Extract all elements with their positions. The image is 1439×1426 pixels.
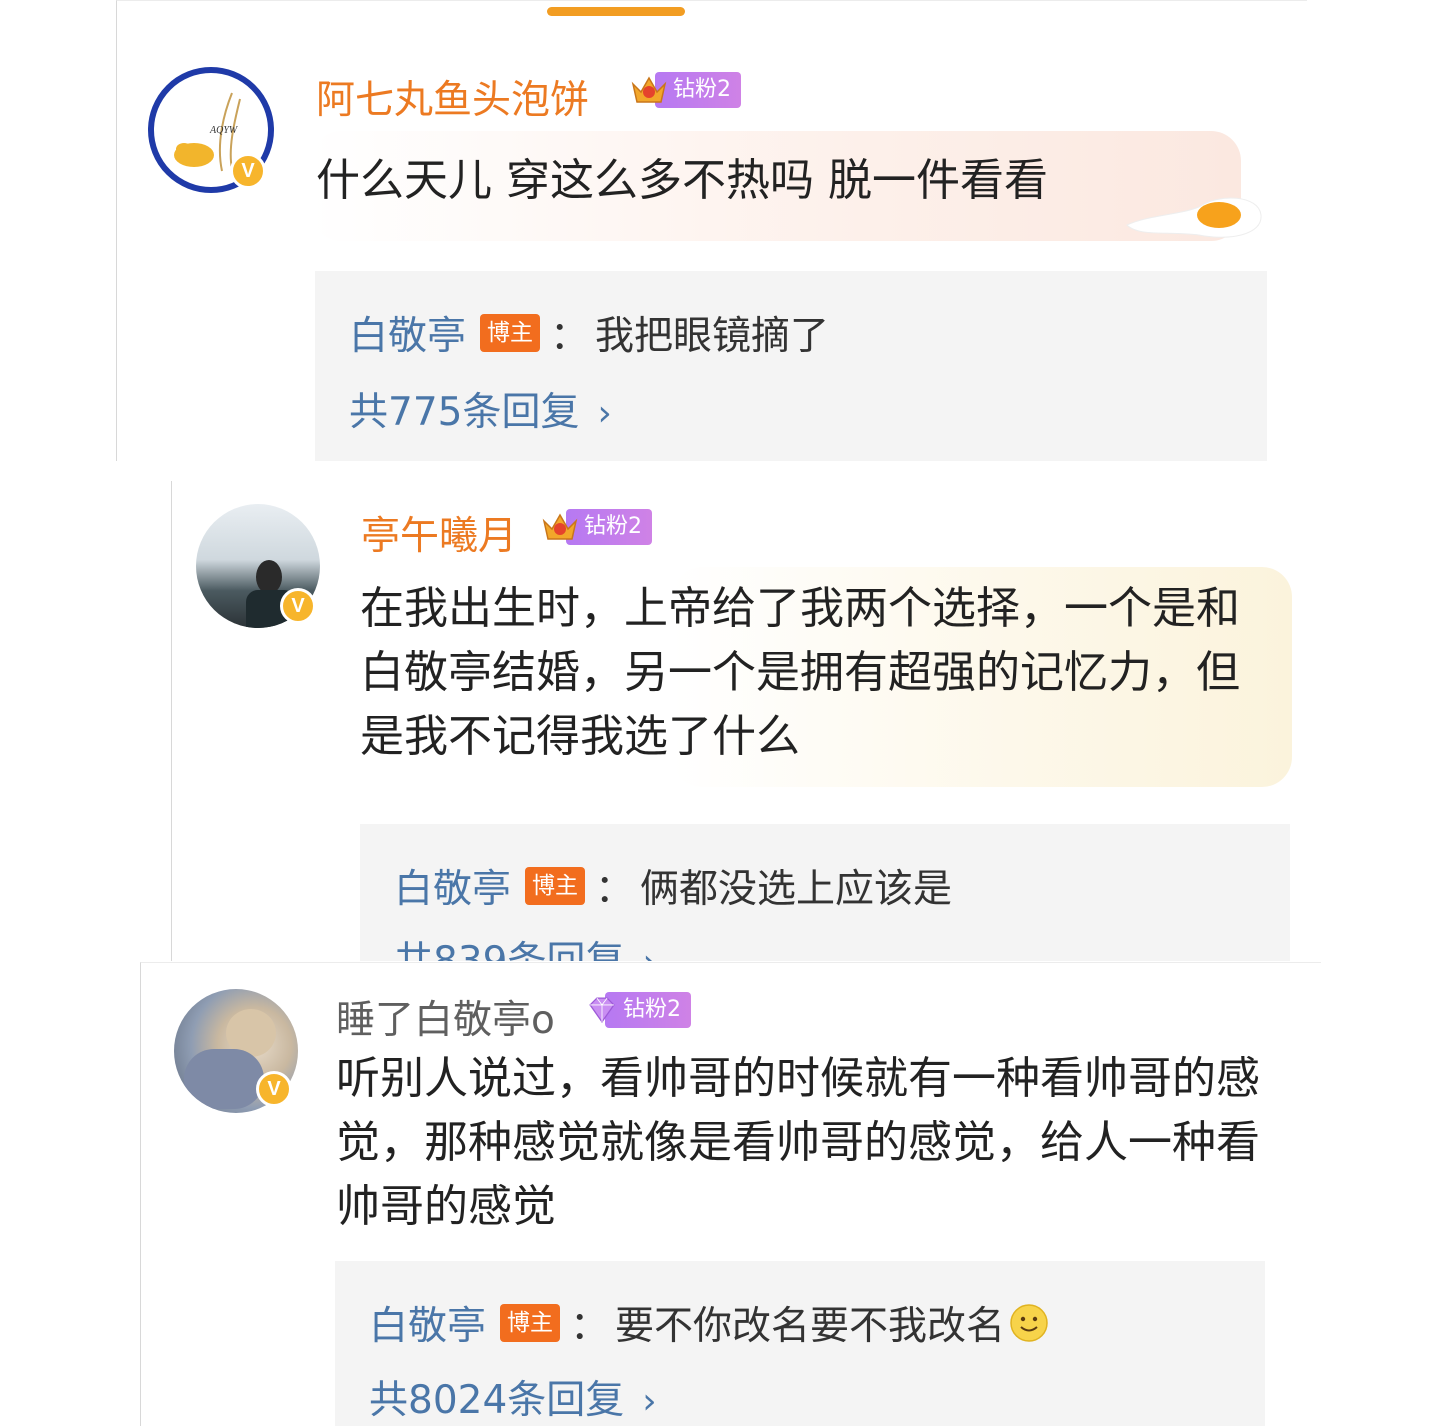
username[interactable]: 亭午曦月 [361,505,517,561]
chevron-right-icon: › [642,942,656,961]
smile-emoji-icon [1010,1304,1048,1342]
comment-card-1: AQYW V 阿七丸鱼头泡饼 钻粉2 什么天儿 穿这么多不热吗 脱一件看看 白敬… [116,0,1307,461]
reply-line: 白敬亭 博主 ： 俩都没选上应该是 [394,858,952,914]
crown-icon [542,513,578,540]
reply-colon: ： [550,314,590,359]
verified-icon: V [256,1071,292,1107]
reply-author[interactable]: 白敬亭 [349,305,466,361]
reply-line: 白敬亭 博主 ： 要不你改名要不我改名 [369,1295,1049,1351]
chevron-right-icon: › [597,393,612,434]
reply-author[interactable]: 白敬亭 [394,858,511,914]
tab-indicator [547,7,685,16]
avatar[interactable]: V [174,989,298,1113]
username[interactable]: 阿七丸鱼头泡饼 [316,69,589,125]
reply-line: 白敬亭 博主 ： 我把眼镜摘了 [349,305,829,361]
avatar[interactable]: V [196,504,320,628]
reply-text: 俩都没选上应该是 [640,867,953,912]
comment-card-2: V 亭午曦月 钻粉2 在我出生时，上帝给了我两个选择，一个是和白敬亭结婚，另一个… [171,481,1322,961]
reply-count-link[interactable]: 共775条回复 › [349,381,612,437]
verified-icon: V [280,588,316,624]
reply-count-link[interactable]: 共839条回复 › [394,930,657,961]
reply-box[interactable]: 白敬亭 博主 ： 要不你改名要不我改名 共8024条回复 › [335,1261,1265,1426]
reply-colon: ： [570,1304,610,1349]
username[interactable]: 睡了白敬亭o [336,989,555,1045]
reply-count: 共839条回复 [394,939,624,961]
avatar[interactable]: AQYW V [148,67,274,193]
fan-badge[interactable]: 钻粉2 [540,508,652,546]
comment-card-3: V 睡了白敬亭o 钻粉2 听别人说过，看帅哥的时候就有一种看帅哥的感觉，那种感觉… [140,962,1321,1426]
reply-text: 我把眼镜摘了 [595,314,830,359]
crown-icon [631,76,667,103]
reply-count: 共8024条回复 [369,1378,625,1423]
comment-text: 听别人说过，看帅哥的时候就有一种看帅哥的感觉，那种感觉就像是看帅哥的感觉，给人一… [336,1053,1260,1232]
comment-text: 什么天儿 穿这么多不热吗 脱一件看看 [316,155,1048,206]
host-badge: 博主 [480,314,541,352]
host-badge: 博主 [525,867,586,905]
comment-text: 在我出生时，上帝给了我两个选择，一个是和白敬亭结婚，另一个是拥有超强的记忆力，但… [360,583,1240,762]
diamond-icon [589,997,615,1024]
avatar-text: AQYW [210,125,238,136]
reply-author[interactable]: 白敬亭 [369,1295,486,1351]
reply-colon: ： [595,867,635,912]
reply-box[interactable]: 白敬亭 博主 ： 我把眼镜摘了 共775条回复 › [315,271,1267,461]
chevron-right-icon: › [642,1381,657,1422]
reply-count-link[interactable]: 共8024条回复 › [369,1369,657,1425]
verified-icon: V [230,153,266,189]
fan-badge[interactable]: 钻粉2 [629,71,741,109]
reply-text: 要不你改名要不我改名 [615,1304,1006,1349]
host-badge: 博主 [500,1304,561,1342]
fan-badge[interactable]: 钻粉2 [585,991,691,1029]
reply-box[interactable]: 白敬亭 博主 ： 俩都没选上应该是 共839条回复 › [360,824,1290,961]
reply-count: 共775条回复 [349,390,580,435]
